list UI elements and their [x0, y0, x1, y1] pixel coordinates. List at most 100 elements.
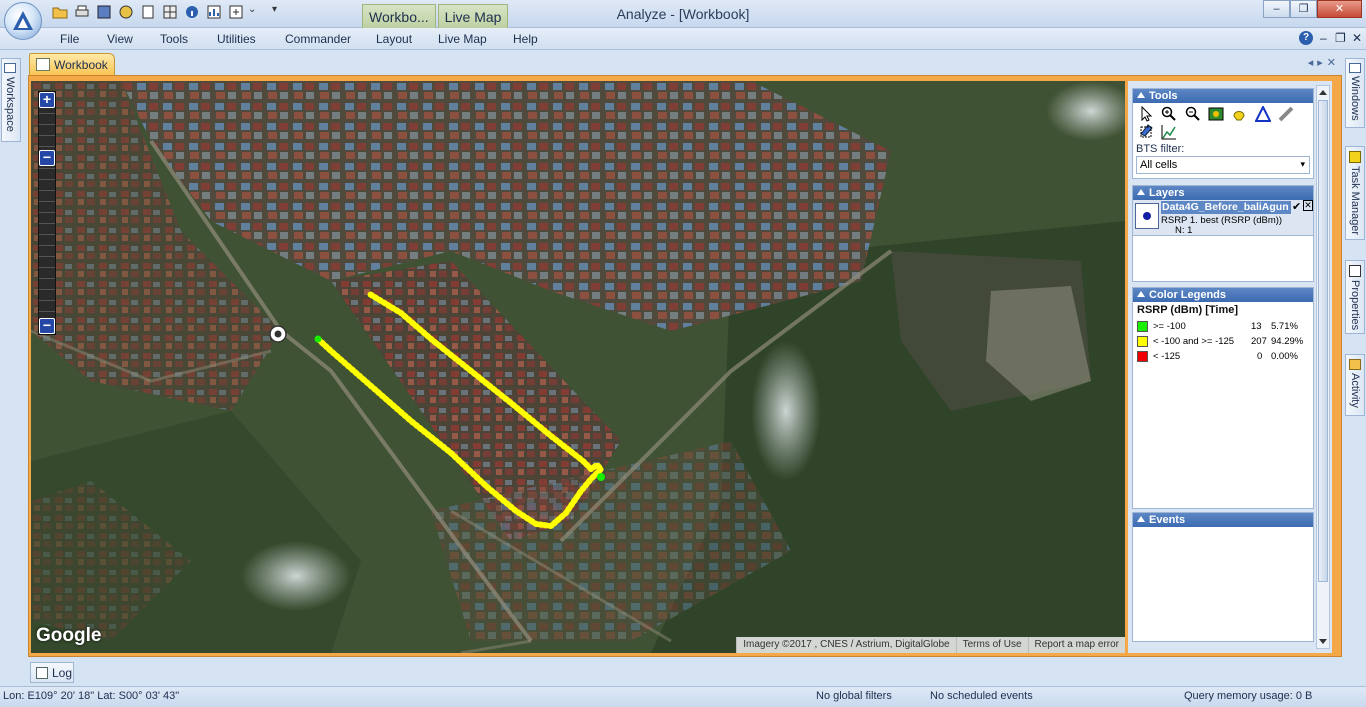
- ruler-icon[interactable]: [1278, 106, 1294, 122]
- pointer-icon[interactable]: [1138, 105, 1154, 122]
- zoom-level-indicator[interactable]: −: [39, 150, 55, 166]
- menu-file[interactable]: File: [60, 32, 79, 46]
- zoom-in-icon[interactable]: [1161, 106, 1177, 122]
- legend-title: RSRP (dBm) [Time]: [1137, 304, 1239, 316]
- window-title: Analyze - [Workbook]: [616, 6, 750, 22]
- workbook-icon: [36, 58, 50, 71]
- ribbon-close-icon[interactable]: ✕: [1352, 31, 1362, 45]
- events-header-label: Events: [1149, 514, 1186, 526]
- map-side-panel: Tools BTS filter: All cells ▾ Layers Dat…: [1128, 81, 1332, 653]
- properties-icon: [1349, 265, 1361, 277]
- settings-icon[interactable]: [118, 4, 134, 20]
- menu-layout[interactable]: Layout: [376, 32, 412, 46]
- google-logo: Google: [36, 625, 102, 646]
- activity-dock-tab[interactable]: Activity: [1345, 354, 1365, 416]
- task-manager-dock-tab[interactable]: Task Manager: [1345, 146, 1365, 240]
- collapse-icon: [1137, 92, 1145, 98]
- document-icon[interactable]: [140, 4, 156, 20]
- tools-row-2: [1133, 123, 1313, 141]
- menu-view[interactable]: View: [107, 32, 133, 46]
- tools-section: Tools BTS filter: All cells ▾: [1132, 88, 1314, 179]
- events-section: Events: [1132, 512, 1314, 642]
- legend-swatch-green: [1137, 321, 1148, 332]
- report-map-error-link[interactable]: Report a map error: [1027, 637, 1125, 653]
- info-icon[interactable]: [184, 4, 200, 20]
- layers-header[interactable]: Layers: [1133, 186, 1313, 200]
- grid-icon[interactable]: [162, 4, 178, 20]
- workspace-dock-tab[interactable]: Workspace: [1, 58, 21, 142]
- open-folder-icon[interactable]: [52, 4, 68, 20]
- panel-scrollbar[interactable]: [1316, 85, 1330, 649]
- tools-icon[interactable]: [96, 4, 112, 20]
- legend-label: < -125: [1153, 351, 1181, 362]
- export-icon[interactable]: [228, 4, 244, 20]
- tab-workbook[interactable]: Workbook: [29, 53, 115, 75]
- layer-remove-icon[interactable]: ✕: [1303, 200, 1313, 211]
- events-header[interactable]: Events: [1133, 513, 1313, 527]
- log-icon: [36, 667, 48, 679]
- zoom-out-icon[interactable]: [1185, 106, 1201, 122]
- status-query-memory: Query memory usage: 0 B: [1184, 690, 1313, 702]
- restore-button[interactable]: ❐: [1290, 0, 1317, 18]
- bts-filter-select[interactable]: All cells ▾: [1136, 156, 1310, 174]
- layer-count: N: 1: [1175, 225, 1193, 236]
- menu-utilities[interactable]: Utilities: [217, 32, 256, 46]
- tab-live-map-context[interactable]: Live Map: [437, 4, 509, 28]
- layers-section: Layers Data4G_Before_baliAgun ✔ ✕ RSRP 1…: [1132, 185, 1314, 282]
- log-tab[interactable]: Log: [30, 662, 74, 683]
- menu-bar: File View Tools Utilities Commander Layo…: [0, 28, 1366, 50]
- select-area-icon[interactable]: [1138, 124, 1154, 140]
- legend-percent: 0.00%: [1271, 351, 1298, 362]
- bts-filter-label: BTS filter:: [1136, 143, 1185, 155]
- scroll-thumb[interactable]: [1318, 100, 1328, 582]
- tab-workbook-label: Workbook: [54, 58, 108, 72]
- legend-row: < -100 and >= -125 207 94.29%: [1133, 335, 1313, 350]
- layer-visible-checkbox[interactable]: ✔: [1292, 200, 1301, 213]
- scroll-up-icon[interactable]: [1319, 90, 1327, 95]
- ribbon-restore-icon[interactable]: ❐: [1335, 31, 1346, 45]
- legend-label: < -100 and >= -125: [1153, 336, 1235, 347]
- bts-filter-value: All cells: [1140, 159, 1178, 171]
- task-manager-icon: [1349, 151, 1361, 163]
- help-icon[interactable]: ?: [1299, 31, 1313, 45]
- print-icon[interactable]: [74, 4, 90, 20]
- activity-label: Activity: [1349, 373, 1361, 408]
- close-button[interactable]: ✕: [1317, 0, 1362, 18]
- menu-live-map[interactable]: Live Map: [438, 32, 487, 46]
- zoom-slider[interactable]: + − −: [38, 91, 56, 335]
- properties-dock-tab[interactable]: Properties: [1345, 260, 1365, 334]
- menu-commander[interactable]: Commander: [285, 32, 351, 46]
- menu-help[interactable]: Help: [513, 32, 538, 46]
- chart-icon[interactable]: [206, 4, 222, 20]
- right-dock: Windows Task Manager Properties Activity: [1342, 50, 1366, 686]
- pan-icon[interactable]: [1231, 106, 1247, 122]
- minimize-button[interactable]: –: [1263, 0, 1290, 18]
- legend-row: < -125 0 0.00%: [1133, 350, 1313, 365]
- bts-triangle-icon[interactable]: [1254, 104, 1272, 122]
- tab-workbook-context[interactable]: Workbo...: [362, 4, 436, 28]
- tab-navigation[interactable]: ◂▸✕: [1308, 56, 1340, 69]
- terms-of-use-link[interactable]: Terms of Use: [955, 637, 1028, 653]
- chevron-down-icon[interactable]: ⌄: [248, 4, 264, 20]
- imagery-credit: Imagery ©2017 , CNES / Astrium, DigitalG…: [736, 637, 955, 653]
- legend-count: 13: [1251, 321, 1262, 332]
- color-legends-header[interactable]: Color Legends: [1133, 288, 1313, 302]
- workspace-label: Workspace: [4, 77, 16, 132]
- live-map[interactable]: + − − Google Imagery ©2017 , CNES / Astr…: [31, 81, 1125, 653]
- zoom-extent-icon[interactable]: [1208, 106, 1224, 122]
- ribbon-minimize-icon[interactable]: –: [1320, 31, 1327, 45]
- color-legends-section: Color Legends RSRP (dBm) [Time] >= -100 …: [1132, 287, 1314, 509]
- zoom-out-button[interactable]: −: [39, 318, 55, 334]
- scroll-down-icon[interactable]: [1319, 639, 1327, 644]
- chart-icon[interactable]: [1161, 124, 1177, 140]
- windows-dock-tab[interactable]: Windows: [1345, 58, 1365, 128]
- layer-item[interactable]: Data4G_Before_baliAgun ✔ ✕ RSRP 1. best …: [1133, 200, 1313, 236]
- legend-count: 207: [1251, 336, 1267, 347]
- status-bar: Lon: E109° 20' 18" Lat: S00° 03' 43" No …: [0, 686, 1366, 707]
- tools-header[interactable]: Tools: [1133, 89, 1313, 103]
- menu-tools[interactable]: Tools: [160, 32, 188, 46]
- app-logo[interactable]: [4, 2, 42, 40]
- zoom-in-button[interactable]: +: [39, 92, 55, 108]
- customize-quick-access-icon[interactable]: ▾: [272, 4, 288, 20]
- legend-percent: 94.29%: [1271, 336, 1304, 347]
